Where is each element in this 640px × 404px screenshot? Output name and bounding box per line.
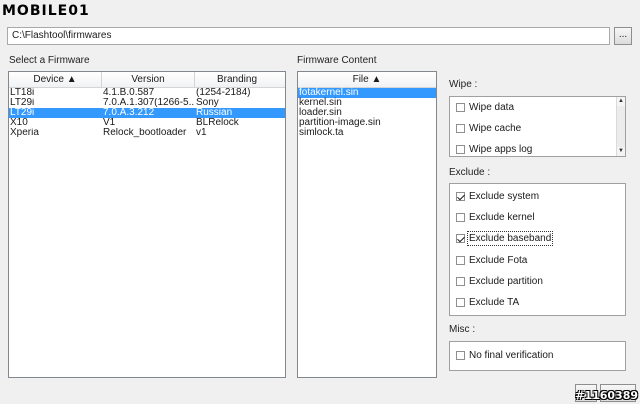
exclude-option-label: Exclude kernel — [469, 212, 535, 224]
exclude-option[interactable]: Exclude kernel — [456, 212, 535, 223]
exclude-checkbox[interactable] — [456, 213, 465, 223]
misc-label: Misc : — [449, 324, 476, 335]
exclude-option[interactable]: Exclude baseband — [456, 231, 554, 247]
exclude-option[interactable]: Exclude Fota — [456, 255, 527, 266]
version-column-header[interactable]: Version — [102, 72, 195, 87]
wipe-checkbox[interactable] — [456, 145, 465, 154]
firmware-table-header: Device ▲ Version Branding — [9, 72, 285, 88]
exclude-checkbox[interactable] — [456, 255, 465, 265]
exclude-option-label: Exclude TA — [469, 297, 520, 308]
wipe-option[interactable]: Wipe apps log — [456, 144, 532, 155]
version-cell: Relock_bootloader — [103, 128, 187, 138]
watermark-id: #1160389 — [575, 389, 638, 402]
misc-group: No final verification — [449, 341, 626, 371]
firmware-content-label: Firmware Content — [297, 55, 377, 66]
scroll-up-icon[interactable]: ▲ — [617, 97, 625, 106]
exclude-checkbox[interactable] — [456, 192, 465, 201]
sort-ascending-icon: ▲ — [371, 74, 382, 85]
sort-ascending-icon: ▲ — [66, 74, 77, 85]
firmware-path-field[interactable]: C:\Flashtool\firmwares — [7, 27, 610, 45]
watermark-logo: MOBILE01 — [2, 0, 90, 22]
branding-cell: BLRelock — [196, 118, 239, 128]
wipe-option[interactable]: Wipe cache — [456, 123, 521, 134]
version-cell: V1 — [103, 118, 116, 128]
version-cell: 4.1.B.0.587 — [103, 88, 155, 98]
wipe-group: Wipe data Wipe cache Wipe apps log ▲ ▼ — [449, 96, 626, 157]
exclude-checkbox[interactable] — [456, 234, 465, 244]
file-row[interactable]: simlock.ta — [298, 128, 436, 138]
exclude-checkbox[interactable] — [456, 298, 465, 307]
firmware-table[interactable]: Device ▲ Version Branding LT18i 4.1.B.0.5… — [8, 71, 286, 378]
firmware-row[interactable]: X10 V1 BLRelock — [9, 118, 285, 128]
firmware-row[interactable]: LT18i 4.1.B.0.587 (1254-2184) — [9, 88, 285, 98]
browse-button[interactable]: ... — [614, 27, 632, 45]
device-cell: LT18i — [10, 88, 35, 98]
file-column-header[interactable]: File ▲ — [298, 72, 436, 88]
branding-cell: v1 — [196, 128, 207, 138]
wipe-option-label: Wipe cache — [469, 123, 522, 134]
device-cell: X10 — [10, 118, 28, 128]
firmware-row[interactable]: LT29i 7.0.A.3.212 Russian — [9, 108, 285, 118]
firmware-content-list[interactable]: File ▲ fotakernel.sin kernel.sin loader.si… — [297, 71, 437, 378]
wipe-label: Wipe : — [449, 79, 478, 90]
wipe-scrollbar[interactable]: ▲ ▼ — [616, 97, 625, 156]
device-cell: Xperia — [10, 128, 39, 138]
wipe-checkbox[interactable] — [456, 103, 465, 112]
wipe-checkbox[interactable] — [456, 124, 465, 133]
exclude-option-label: Exclude partition — [469, 275, 543, 287]
wipe-option-label: Wipe data — [469, 102, 515, 113]
misc-option[interactable]: No final verification — [456, 350, 553, 361]
scroll-down-icon[interactable]: ▼ — [617, 147, 625, 156]
logo-text: MOBILE01 — [2, 3, 90, 19]
misc-checkbox[interactable] — [456, 351, 465, 360]
firmware-row[interactable]: LT29i 7.0.A.1.307(1266-5... Sony — [9, 98, 285, 108]
version-cell: 7.0.A.1.307(1266-5... — [103, 98, 195, 108]
branding-cell: (1254-2184) — [196, 88, 251, 98]
exclude-checkbox[interactable] — [456, 276, 465, 286]
wipe-option-label: Wipe apps log — [469, 144, 533, 155]
exclude-label: Exclude : — [449, 167, 491, 178]
branding-cell: Sony — [196, 98, 219, 108]
exclude-option[interactable]: Exclude TA — [456, 297, 519, 308]
version-cell: 7.0.A.3.212 — [103, 108, 155, 118]
exclude-option-label: Exclude system — [469, 191, 540, 202]
branding-column-header[interactable]: Branding — [195, 72, 279, 87]
exclude-group: Exclude system Exclude kernel Exclude base… — [449, 183, 626, 316]
exclude-option-label: Exclude Fota — [469, 254, 528, 266]
device-cell: LT29i — [10, 98, 35, 108]
select-firmware-label: Select a Firmware — [9, 55, 90, 66]
misc-option-label: No final verification — [469, 350, 554, 361]
device-column-header[interactable]: Device ▲ — [9, 72, 102, 87]
exclude-option[interactable]: Exclude system — [456, 191, 539, 202]
exclude-option-label: Exclude baseband — [466, 231, 554, 247]
exclude-option[interactable]: Exclude partition — [456, 276, 543, 287]
file-list-body: fotakernel.sin kernel.sin loader.sin partit… — [298, 88, 436, 138]
firmware-row[interactable]: Xperia Relock_bootloader v1 — [9, 128, 285, 138]
branding-cell: Russian — [196, 108, 233, 118]
wipe-option[interactable]: Wipe data — [456, 102, 514, 113]
device-cell: LT29i — [10, 108, 35, 118]
firmware-table-body: LT18i 4.1.B.0.587 (1254-2184) LT29i 7.0.A.1.… — [9, 88, 285, 138]
